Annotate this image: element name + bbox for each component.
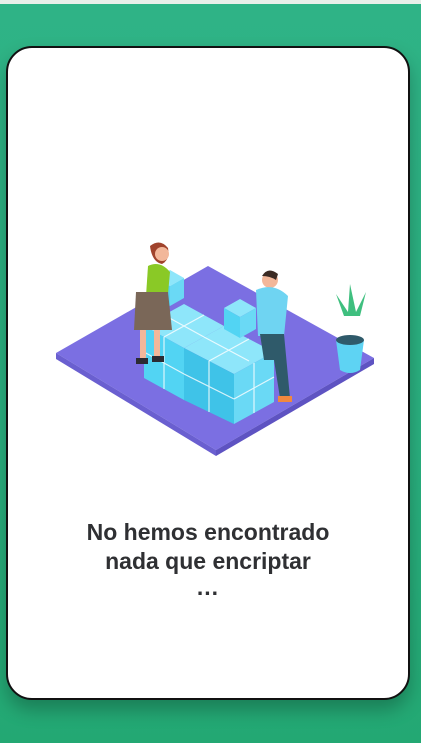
empty-state-message: No hemos encontrado nada que encriptar .… [8,518,408,600]
people-stacking-cubes-illustration [56,242,374,456]
empty-state-ellipsis: ... [196,574,220,600]
empty-state-line-1: No hemos encontrado [86,519,330,545]
empty-state-line-2: nada que encriptar [105,548,311,574]
empty-state-card: No hemos encontrado nada que encriptar .… [6,46,410,700]
top-status-strip [0,0,421,4]
